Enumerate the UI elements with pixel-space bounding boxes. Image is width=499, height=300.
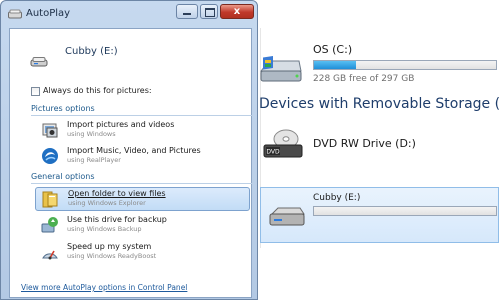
option-title: Speed up my system — [67, 242, 152, 251]
control-panel-link[interactable]: View more AutoPlay options in Control Pa… — [21, 283, 187, 292]
readyboost-icon — [42, 250, 58, 260]
removable-drive-icon — [30, 57, 48, 67]
section-heading-general: General options — [31, 172, 95, 181]
os-drive-free-space: 228 GB free of 297 GB — [313, 74, 415, 84]
os-drive-usage-fill — [314, 61, 356, 69]
option-import-music[interactable]: Import Music, Video, and Pictures using … — [35, 145, 250, 169]
removable-drive-icon — [269, 207, 305, 226]
drive-icon — [8, 9, 22, 19]
cubby-drive-label[interactable]: Cubby (E:) — [313, 193, 360, 203]
dvd-drive-icon: DVD — [263, 129, 303, 158]
autoplay-window: AutoPlay x Cubby (E:) Always do this for… — [0, 0, 258, 300]
os-drive-label[interactable]: OS (C:) — [313, 43, 352, 56]
option-subtitle: using Windows Backup — [67, 225, 142, 233]
drive-name: Cubby (E:) — [65, 46, 118, 57]
camera-icon — [42, 123, 58, 138]
option-import-pictures[interactable]: Import pictures and videos using Windows — [35, 119, 250, 143]
option-title: Import Music, Video, and Pictures — [67, 146, 201, 155]
folder-icon — [42, 191, 58, 208]
dvd-drive-label[interactable]: DVD RW Drive (D:) — [313, 137, 416, 150]
realplayer-icon — [42, 148, 58, 164]
section-heading-pictures: Pictures options — [31, 104, 95, 113]
cubby-drive-usage-bar — [313, 206, 497, 216]
option-subtitle: using Windows Explorer — [68, 199, 146, 207]
option-subtitle: using RealPlayer — [67, 156, 121, 164]
option-readyboost[interactable]: Speed up my system using Windows ReadyBo… — [35, 241, 250, 265]
option-open-folder[interactable]: Open folder to view files using Windows … — [35, 187, 250, 211]
maximize-button[interactable] — [200, 4, 218, 19]
dvd-icon-text: DVD — [266, 149, 280, 156]
always-checkbox[interactable] — [31, 87, 40, 96]
option-subtitle: using Windows ReadyBoost — [67, 252, 157, 260]
close-button[interactable]: x — [220, 4, 254, 19]
section-divider — [31, 115, 253, 116]
autoplay-title: AutoPlay — [26, 8, 71, 19]
autoplay-titlebar[interactable]: AutoPlay x — [1, 1, 257, 29]
os-drive-usage-bar — [313, 60, 497, 70]
autoplay-content: Cubby (E:) Always do this for pictures: … — [9, 28, 253, 298]
option-title: Open folder to view files — [68, 189, 166, 198]
option-title: Use this drive for backup — [67, 215, 167, 224]
removable-storage-header: Devices with Removable Storage (3) — [259, 96, 499, 112]
option-backup[interactable]: Use this drive for backup using Windows … — [35, 214, 250, 238]
section-divider — [31, 183, 253, 184]
minimize-button[interactable] — [176, 4, 198, 19]
option-title: Import pictures and videos — [67, 120, 175, 129]
always-checkbox-label[interactable]: Always do this for pictures: — [43, 86, 152, 95]
backup-icon — [41, 217, 58, 233]
option-subtitle: using Windows — [67, 130, 116, 138]
hard-drive-icon — [259, 56, 302, 82]
